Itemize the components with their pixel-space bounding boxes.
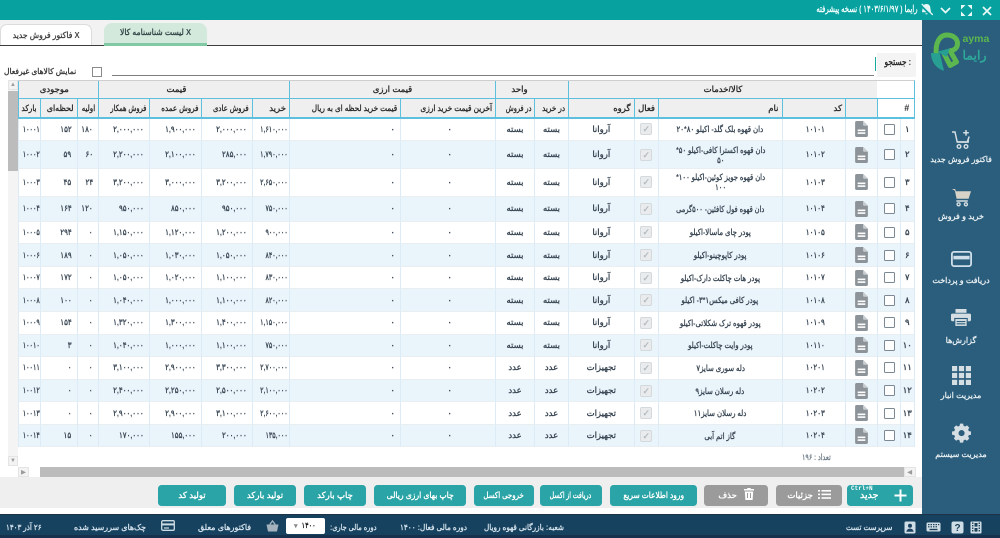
svg-text:رایما: رایما <box>963 49 987 64</box>
svg-text:ayma: ayma <box>963 33 990 45</box>
svg-text:?: ? <box>954 523 960 534</box>
